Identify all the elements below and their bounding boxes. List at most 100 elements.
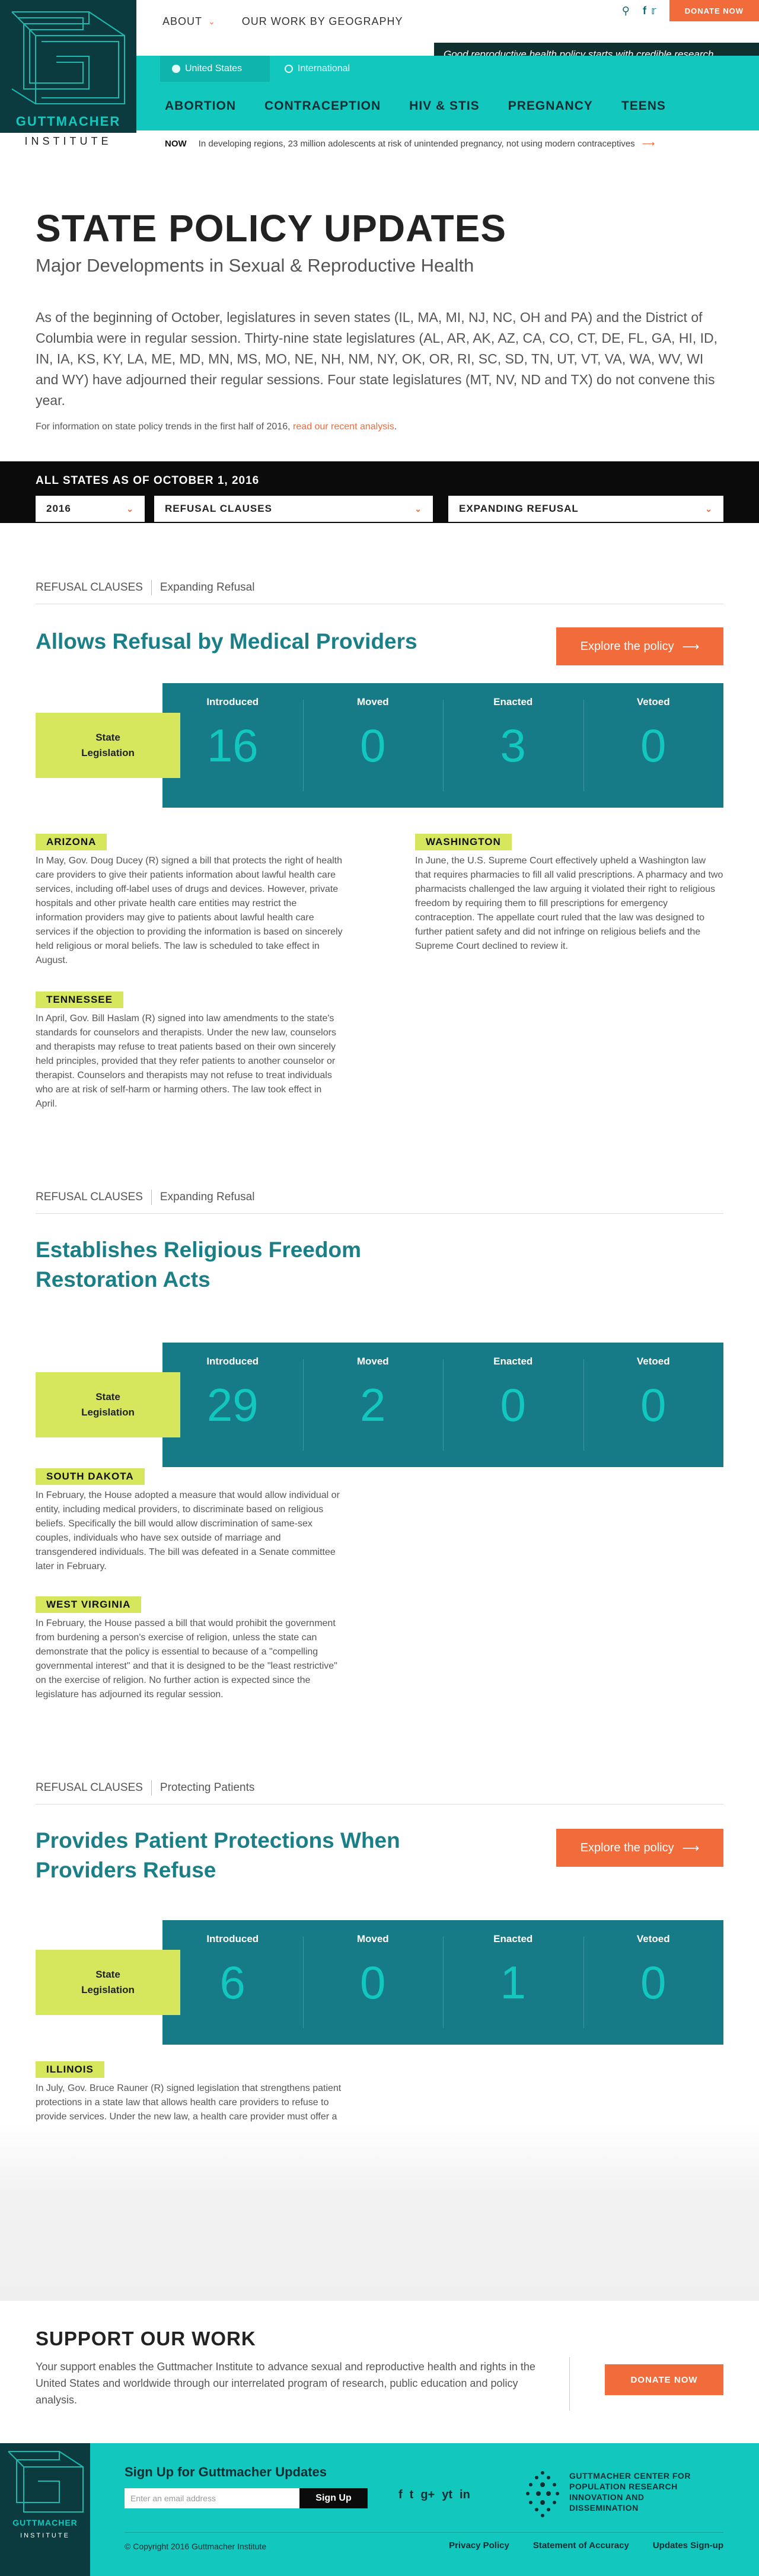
divider [36,1804,723,1805]
stat-value: 0 [360,1956,386,2008]
facebook-icon[interactable]: f [643,5,646,17]
updates-signup-link[interactable]: Updates Sign-up [653,2540,723,2551]
intro-note-prefix: For information on state policy trends i… [36,422,291,432]
stat-vetoed: Vetoed 0 [583,683,724,808]
breadcrumb-topic[interactable]: REFUSAL CLAUSES [36,1781,143,1794]
now-label: NOW [165,138,187,149]
arrow-right-icon: ⟶ [642,139,655,149]
topic-select-value: REFUSAL CLAUSES [165,503,272,514]
signup-button[interactable]: Sign Up [299,2488,368,2508]
social-links: f t g+ yt in [398,2488,470,2502]
nav-contraception[interactable]: CONTRACEPTION [264,99,381,113]
logo-mark-icon [11,11,125,104]
year-select-value: 2016 [46,503,71,514]
stat-value: 0 [640,1956,666,2008]
analysis-link[interactable]: read our recent analysis [293,422,394,432]
donate-button[interactable]: DONATE NOW [669,0,759,21]
facebook-icon[interactable]: f [398,2488,403,2502]
breadcrumb-divider [151,1190,152,1205]
state-tag: WEST VIRGINIA [36,1596,142,1613]
topic-select[interactable]: REFUSAL CLAUSES ⌄ [154,496,433,522]
donate-button[interactable]: DONATE NOW [605,2364,723,2395]
region-tabs: United States International [136,56,759,82]
email-field[interactable]: Enter an email address [125,2488,299,2508]
stat-label: Introduced [206,1933,259,1944]
twitter-icon[interactable]: t [410,2488,414,2502]
footer: GUTTMACHER INSTITUTE Sign Up for Guttmac… [0,2443,759,2576]
nav-hiv-stis[interactable]: HIV & STIS [409,99,480,113]
stat-value: 0 [360,719,386,771]
support-section: SUPPORT OUR WORK Your support enables th… [36,2328,723,2411]
footer-logo[interactable]: GUTTMACHER INSTITUTE [0,2443,90,2576]
copyright: © Copyright 2016 Guttmacher Institute [125,2542,267,2551]
youtube-icon[interactable]: yt [442,2488,452,2502]
now-bar[interactable]: NOW In developing regions, 23 million ad… [136,130,759,157]
subtopic-select-value: EXPANDING REFUSAL [459,503,579,514]
stat-value: 16 [206,719,259,771]
divider [125,2532,723,2533]
stat-value: 0 [640,719,666,771]
breadcrumb-topic[interactable]: REFUSAL CLAUSES [36,581,143,594]
statement-of-accuracy-link[interactable]: Statement of Accuracy [533,2540,629,2551]
stat-label: Introduced [206,1356,259,1367]
subtopic-select[interactable]: EXPANDING REFUSAL ⌄ [448,496,723,522]
stat-label: Vetoed [636,696,670,707]
stat-value: 1 [500,1956,526,2008]
nav-abortion[interactable]: ABORTION [165,99,236,113]
intro: STATE POLICY UPDATES Major Developments … [36,206,723,432]
linkedin-icon[interactable]: in [460,2488,470,2502]
state-tag: ARIZONA [36,834,107,850]
dots-globe-icon [526,2471,559,2517]
tab-international[interactable]: International [273,56,362,82]
state-text: In June, the U.S. Supreme Court effectiv… [415,856,723,951]
footer-logo-subtitle: INSTITUTE [20,2532,70,2539]
logo-mark-icon [8,2451,84,2513]
nav-geography[interactable]: OUR WORK BY GEOGRAPHY [242,15,403,28]
state-legislation-label: State Legislation [36,1372,180,1437]
stat-vetoed: Vetoed 0 [583,1920,724,2045]
state-legislation-label: State Legislation [36,713,180,778]
nav-about[interactable]: ABOUT ⌄ [162,15,216,28]
intro-paragraph: As of the beginning of October, legislat… [36,310,717,408]
stat-label: Enacted [493,1356,533,1367]
privacy-policy-link[interactable]: Privacy Policy [449,2540,509,2551]
divider [569,2357,570,2411]
policy-section: REFUSAL CLAUSES Expanding Refusal Allows… [36,579,723,1109]
breadcrumb-subtopic[interactable]: Protecting Patients [160,1781,254,1794]
twitter-icon[interactable]: 𝕣 [651,5,656,17]
explore-policy-button[interactable]: Explore the policy ⟶ [556,627,723,665]
support-title: SUPPORT OUR WORK [36,2328,256,2349]
chevron-down-icon: ⌄ [414,503,422,514]
breadcrumb-subtopic[interactable]: Expanding Refusal [160,1191,255,1204]
year-select[interactable]: 2016 ⌄ [36,496,145,522]
tab-international-label: International [298,63,350,74]
stat-enacted: Enacted 1 [443,1920,583,2045]
chevron-down-icon: ⌄ [208,16,216,26]
breadcrumb-topic[interactable]: REFUSAL CLAUSES [36,1191,143,1204]
center-logo[interactable]: GUTTMACHER CENTER FOR POPULATION RESEARC… [522,2467,700,2520]
breadcrumb-subtopic[interactable]: Expanding Refusal [160,581,255,594]
nav-teens[interactable]: TEENS [621,99,666,113]
stat-introduced: Introduced 6 [162,1920,303,2045]
now-text: In developing regions, 23 million adoles… [198,138,635,149]
stats-box: Introduced 6 Moved 0 Enacted 1 Vetoed 0 [162,1920,723,2045]
stat-value: 0 [500,1379,526,1431]
tab-united-states[interactable]: United States [160,56,270,82]
globe-icon [285,65,293,73]
stats-panel: Introduced 29 Moved 2 Enacted 0 Vetoed 0… [36,1343,723,1467]
stat-value: 29 [206,1379,259,1431]
state-entry: WASHINGTON In June, the U.S. Supreme Cou… [415,834,723,954]
state-entry: ARIZONA In May, Gov. Doug Ducey (R) sign… [36,834,344,968]
state-legislation-label: State Legislation [36,1950,180,2015]
nav-pregnancy[interactable]: PREGNANCY [508,99,593,113]
explore-label: Explore the policy [580,639,674,653]
google-plus-icon[interactable]: g+ [420,2488,435,2502]
stat-value: 2 [360,1379,386,1431]
stat-introduced: Introduced 16 [162,683,303,808]
stats-box: Introduced 29 Moved 2 Enacted 0 Vetoed 0 [162,1343,723,1467]
logo[interactable]: GUTTMACHER INSTITUTE [0,0,136,145]
explore-policy-button[interactable]: Explore the policy ⟶ [556,1829,723,1867]
search-icon[interactable]: ⚲ [622,5,630,17]
state-tag: WASHINGTON [415,834,512,850]
center-name: GUTTMACHER CENTER FOR POPULATION RESEARC… [569,2471,691,2513]
